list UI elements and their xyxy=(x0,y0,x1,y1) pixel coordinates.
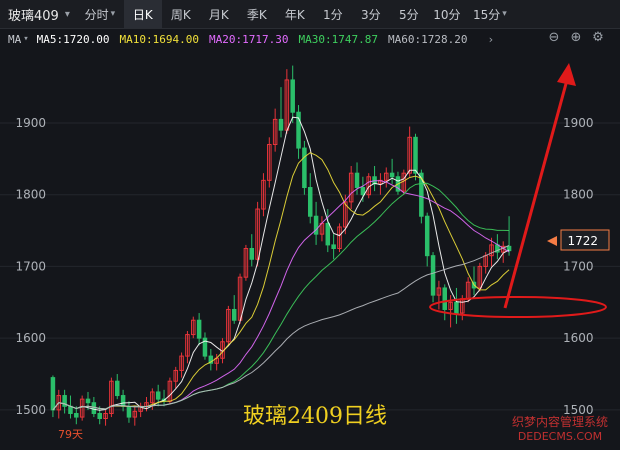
ma-legend-bar: MA ▾ MA5:1720.00 MA10:1694.00 MA20:1717.30… xyxy=(0,28,620,50)
ma60-line xyxy=(52,245,510,411)
ma-dropdown-icon[interactable]: ▾ xyxy=(23,34,28,44)
tab-2[interactable]: 周K xyxy=(162,0,200,28)
ma-more-icon[interactable]: › xyxy=(487,33,494,46)
tab-9[interactable]: 10分 xyxy=(428,0,466,28)
watermark-cn: 织梦内容管理系统 xyxy=(512,414,608,429)
candle-body xyxy=(231,308,237,321)
ma-value-1: MA10:1694.00 xyxy=(119,32,200,46)
ma-lines xyxy=(52,116,510,411)
candle-body xyxy=(249,248,255,260)
candle-body xyxy=(278,118,284,131)
tab-label: 10分 xyxy=(433,7,461,22)
tab-1[interactable]: 日K xyxy=(123,0,162,28)
ma-value-3: MA30:1747.87 xyxy=(298,32,378,46)
candle-body xyxy=(290,79,295,113)
y-axis-right: 15001600170018001900 xyxy=(563,116,594,417)
y-tick-label-right: 1900 xyxy=(563,116,594,130)
candle-body xyxy=(114,380,120,397)
candle-body xyxy=(307,187,313,217)
tab-label: 5分 xyxy=(399,7,419,22)
y-tick-label-left: 1800 xyxy=(15,188,46,202)
symbol-label[interactable]: 玻璃409 xyxy=(0,5,65,24)
days-label: 79天 xyxy=(58,428,83,441)
tab-label: 1分 xyxy=(323,7,343,22)
chart-tools: ⊖ ⊕ ⚙ xyxy=(546,30,606,45)
chevron-down-icon: ▾ xyxy=(110,9,116,19)
ma-value-0: MA5:1720.00 xyxy=(36,32,110,46)
period-toolbar: 玻璃409 ▾ 分时 ▾ 日K 周K 月K 季K 年K 1分 3分 5分 10分 15分 ▾ xyxy=(0,0,620,29)
tab-label: 年K xyxy=(284,7,305,22)
period-tabs: 分时 ▾ 日K 周K 月K 季K 年K 1分 3分 5分 10分 15分 ▾ xyxy=(76,0,514,28)
zoom-out-icon[interactable]: ⊖ xyxy=(546,30,562,45)
y-tick-label-right: 1600 xyxy=(563,331,594,345)
candle-body xyxy=(97,412,102,420)
tab-8[interactable]: 5分 xyxy=(390,0,428,28)
ma-selector[interactable]: MA xyxy=(8,33,21,46)
candle-body xyxy=(325,222,331,246)
chart-app: 玻璃409 ▾ 分时 ▾ 日K 周K 月K 季K 年K 1分 3分 5分 10分 15分 ▾ MA ▾ … xyxy=(0,0,620,450)
settings-icon[interactable]: ⚙ xyxy=(590,30,606,45)
candle-body xyxy=(413,136,418,174)
y-tick-label-right: 1800 xyxy=(563,188,594,202)
candle-body xyxy=(91,402,97,414)
candle-body xyxy=(360,187,366,196)
y-tick-label-left: 1700 xyxy=(15,259,46,273)
candlestick-chart[interactable]: 1500 1600 1700 1800 1900 1500 1600 1700 1800 190… xyxy=(0,50,620,450)
tab-10[interactable]: 15分 ▾ xyxy=(466,0,514,28)
candle-body xyxy=(331,244,336,250)
candle-body xyxy=(68,405,73,414)
tab-4[interactable]: 季K xyxy=(238,0,276,28)
zoom-in-icon[interactable]: ⊕ xyxy=(568,30,584,45)
candles xyxy=(50,65,512,426)
ma5-line xyxy=(52,116,510,411)
candle-body xyxy=(454,301,459,314)
candle-body xyxy=(50,377,56,411)
tab-label: 月K xyxy=(208,7,229,22)
price-tag: 1722 xyxy=(547,229,610,251)
symbol-dropdown-icon[interactable]: ▾ xyxy=(65,9,70,20)
ma30-line xyxy=(52,182,510,411)
current-price-label: 1722 xyxy=(567,234,598,248)
trend-arrow-head xyxy=(557,63,576,86)
tab-7[interactable]: 3分 xyxy=(352,0,390,28)
tab-6[interactable]: 1分 xyxy=(314,0,352,28)
candle-body xyxy=(196,319,202,339)
candle-body xyxy=(430,255,436,296)
candle-body xyxy=(126,405,132,418)
tab-label: 季K xyxy=(246,7,267,22)
candle-body xyxy=(354,172,360,189)
candle-body xyxy=(302,147,307,189)
ma-values: MA5:1720.00 MA10:1694.00 MA20:1717.30 MA30:… xyxy=(37,33,478,46)
candle-body xyxy=(120,395,126,407)
tab-3[interactable]: 月K xyxy=(200,0,238,28)
ma-value-4: MA60:1728.20 xyxy=(387,32,468,46)
y-tick-label-left: 1600 xyxy=(15,331,46,345)
tab-label: 3分 xyxy=(361,7,381,22)
tab-0[interactable]: 分时 ▾ xyxy=(76,0,124,28)
y-tick-label-left: 1900 xyxy=(15,116,46,130)
y-tick-label-left: 1500 xyxy=(15,403,46,417)
candle-body xyxy=(442,287,448,310)
watermark-en: DEDECMS.COM xyxy=(518,430,602,443)
candle-body xyxy=(155,391,161,400)
tab-label: 分时 xyxy=(84,7,109,22)
tab-5[interactable]: 年K xyxy=(276,0,314,28)
tab-label: 15分 xyxy=(472,7,501,22)
trend-arrow-line xyxy=(503,79,569,309)
y-tick-label-right: 1700 xyxy=(563,259,594,273)
y-axis-left: 1500 1600 1700 1800 1900 xyxy=(15,116,46,417)
candle-body xyxy=(389,172,395,178)
candle-body xyxy=(74,412,79,418)
chart-title: 玻璃2409日线 xyxy=(243,404,387,429)
tab-label: 周K xyxy=(170,7,191,22)
grid-lines xyxy=(0,122,620,411)
candle-body xyxy=(85,398,91,404)
candle-body xyxy=(424,215,430,257)
tab-label: 日K xyxy=(132,7,153,22)
ma-value-2: MA20:1717.30 xyxy=(209,32,289,46)
chevron-down-icon: ▾ xyxy=(502,9,507,19)
